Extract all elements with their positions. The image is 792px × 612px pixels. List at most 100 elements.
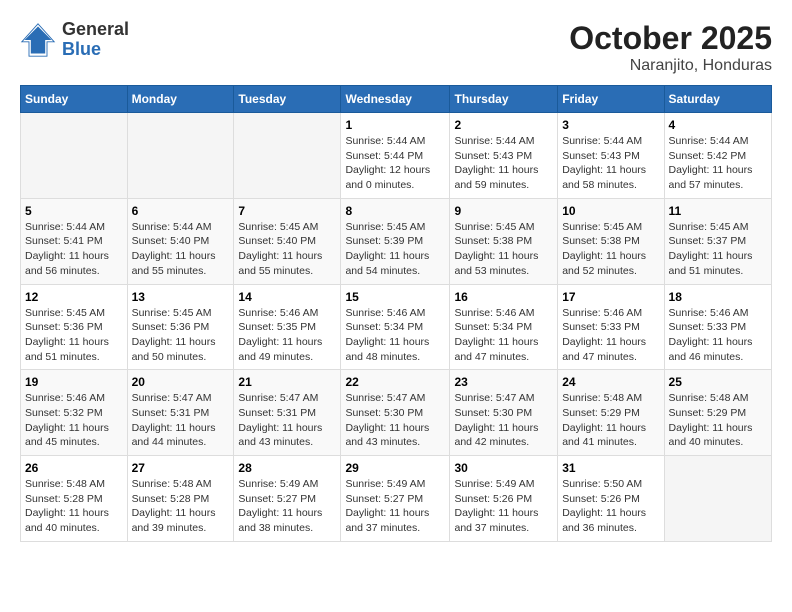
calendar-cell: 2 Sunrise: 5:44 AMSunset: 5:43 PMDayligh… (450, 113, 558, 199)
calendar-cell: 27 Sunrise: 5:48 AMSunset: 5:28 PMDaylig… (127, 456, 234, 542)
day-number: 4 (669, 118, 767, 132)
location: Naranjito, Honduras (569, 57, 772, 75)
day-number: 7 (238, 204, 336, 218)
day-info: Sunrise: 5:50 AMSunset: 5:26 PMDaylight:… (562, 477, 659, 536)
calendar-week-1: 1 Sunrise: 5:44 AMSunset: 5:44 PMDayligh… (21, 113, 772, 199)
calendar-cell: 10 Sunrise: 5:45 AMSunset: 5:38 PMDaylig… (558, 198, 664, 284)
calendar-cell: 14 Sunrise: 5:46 AMSunset: 5:35 PMDaylig… (234, 284, 341, 370)
day-number: 2 (454, 118, 553, 132)
day-info: Sunrise: 5:48 AMSunset: 5:28 PMDaylight:… (132, 477, 230, 536)
calendar-cell: 5 Sunrise: 5:44 AMSunset: 5:41 PMDayligh… (21, 198, 128, 284)
calendar-cell: 20 Sunrise: 5:47 AMSunset: 5:31 PMDaylig… (127, 370, 234, 456)
day-number: 21 (238, 375, 336, 389)
calendar-cell: 1 Sunrise: 5:44 AMSunset: 5:44 PMDayligh… (341, 113, 450, 199)
calendar-cell: 23 Sunrise: 5:47 AMSunset: 5:30 PMDaylig… (450, 370, 558, 456)
calendar-table: SundayMondayTuesdayWednesdayThursdayFrid… (20, 85, 772, 542)
logo-blue-text: Blue (62, 39, 101, 59)
day-number: 23 (454, 375, 553, 389)
calendar-cell (234, 113, 341, 199)
day-info: Sunrise: 5:48 AMSunset: 5:29 PMDaylight:… (669, 391, 767, 450)
logo-general-text: General (62, 19, 129, 39)
day-number: 24 (562, 375, 659, 389)
calendar-cell: 3 Sunrise: 5:44 AMSunset: 5:43 PMDayligh… (558, 113, 664, 199)
day-info: Sunrise: 5:49 AMSunset: 5:26 PMDaylight:… (454, 477, 553, 536)
calendar-cell: 30 Sunrise: 5:49 AMSunset: 5:26 PMDaylig… (450, 456, 558, 542)
day-info: Sunrise: 5:47 AMSunset: 5:31 PMDaylight:… (132, 391, 230, 450)
day-number: 13 (132, 290, 230, 304)
calendar-cell: 29 Sunrise: 5:49 AMSunset: 5:27 PMDaylig… (341, 456, 450, 542)
day-number: 5 (25, 204, 123, 218)
calendar-cell: 18 Sunrise: 5:46 AMSunset: 5:33 PMDaylig… (664, 284, 771, 370)
day-info: Sunrise: 5:45 AMSunset: 5:38 PMDaylight:… (454, 220, 553, 279)
day-number: 25 (669, 375, 767, 389)
calendar-cell: 16 Sunrise: 5:46 AMSunset: 5:34 PMDaylig… (450, 284, 558, 370)
day-info: Sunrise: 5:44 AMSunset: 5:41 PMDaylight:… (25, 220, 123, 279)
day-info: Sunrise: 5:44 AMSunset: 5:42 PMDaylight:… (669, 134, 767, 193)
day-number: 17 (562, 290, 659, 304)
header-day-saturday: Saturday (664, 86, 771, 113)
day-info: Sunrise: 5:45 AMSunset: 5:39 PMDaylight:… (345, 220, 445, 279)
day-info: Sunrise: 5:44 AMSunset: 5:43 PMDaylight:… (454, 134, 553, 193)
header-day-friday: Friday (558, 86, 664, 113)
calendar-cell: 4 Sunrise: 5:44 AMSunset: 5:42 PMDayligh… (664, 113, 771, 199)
day-number: 26 (25, 461, 123, 475)
calendar-cell: 12 Sunrise: 5:45 AMSunset: 5:36 PMDaylig… (21, 284, 128, 370)
day-info: Sunrise: 5:46 AMSunset: 5:34 PMDaylight:… (454, 306, 553, 365)
calendar-week-5: 26 Sunrise: 5:48 AMSunset: 5:28 PMDaylig… (21, 456, 772, 542)
day-info: Sunrise: 5:47 AMSunset: 5:31 PMDaylight:… (238, 391, 336, 450)
day-number: 14 (238, 290, 336, 304)
logo-icon (20, 22, 56, 58)
day-number: 1 (345, 118, 445, 132)
calendar-week-2: 5 Sunrise: 5:44 AMSunset: 5:41 PMDayligh… (21, 198, 772, 284)
title-block: October 2025 Naranjito, Honduras (569, 20, 772, 75)
header-day-monday: Monday (127, 86, 234, 113)
day-number: 18 (669, 290, 767, 304)
calendar-cell: 21 Sunrise: 5:47 AMSunset: 5:31 PMDaylig… (234, 370, 341, 456)
day-number: 8 (345, 204, 445, 218)
calendar-cell: 13 Sunrise: 5:45 AMSunset: 5:36 PMDaylig… (127, 284, 234, 370)
calendar-cell: 24 Sunrise: 5:48 AMSunset: 5:29 PMDaylig… (558, 370, 664, 456)
calendar-cell: 15 Sunrise: 5:46 AMSunset: 5:34 PMDaylig… (341, 284, 450, 370)
day-number: 22 (345, 375, 445, 389)
day-number: 6 (132, 204, 230, 218)
day-info: Sunrise: 5:47 AMSunset: 5:30 PMDaylight:… (345, 391, 445, 450)
calendar-week-3: 12 Sunrise: 5:45 AMSunset: 5:36 PMDaylig… (21, 284, 772, 370)
day-info: Sunrise: 5:46 AMSunset: 5:33 PMDaylight:… (669, 306, 767, 365)
day-number: 19 (25, 375, 123, 389)
calendar-cell (664, 456, 771, 542)
calendar-week-4: 19 Sunrise: 5:46 AMSunset: 5:32 PMDaylig… (21, 370, 772, 456)
calendar-cell: 22 Sunrise: 5:47 AMSunset: 5:30 PMDaylig… (341, 370, 450, 456)
calendar-cell: 17 Sunrise: 5:46 AMSunset: 5:33 PMDaylig… (558, 284, 664, 370)
day-info: Sunrise: 5:45 AMSunset: 5:38 PMDaylight:… (562, 220, 659, 279)
calendar-cell: 25 Sunrise: 5:48 AMSunset: 5:29 PMDaylig… (664, 370, 771, 456)
day-info: Sunrise: 5:46 AMSunset: 5:34 PMDaylight:… (345, 306, 445, 365)
day-number: 12 (25, 290, 123, 304)
calendar-cell: 6 Sunrise: 5:44 AMSunset: 5:40 PMDayligh… (127, 198, 234, 284)
calendar-cell (127, 113, 234, 199)
header-day-wednesday: Wednesday (341, 86, 450, 113)
day-number: 10 (562, 204, 659, 218)
day-info: Sunrise: 5:46 AMSunset: 5:33 PMDaylight:… (562, 306, 659, 365)
day-number: 11 (669, 204, 767, 218)
calendar-cell (21, 113, 128, 199)
month-title: October 2025 (569, 20, 772, 57)
day-number: 30 (454, 461, 553, 475)
day-number: 15 (345, 290, 445, 304)
day-info: Sunrise: 5:45 AMSunset: 5:36 PMDaylight:… (25, 306, 123, 365)
day-info: Sunrise: 5:44 AMSunset: 5:44 PMDaylight:… (345, 134, 445, 193)
day-info: Sunrise: 5:49 AMSunset: 5:27 PMDaylight:… (345, 477, 445, 536)
calendar-cell: 7 Sunrise: 5:45 AMSunset: 5:40 PMDayligh… (234, 198, 341, 284)
header-day-thursday: Thursday (450, 86, 558, 113)
calendar-cell: 9 Sunrise: 5:45 AMSunset: 5:38 PMDayligh… (450, 198, 558, 284)
day-number: 9 (454, 204, 553, 218)
day-info: Sunrise: 5:49 AMSunset: 5:27 PMDaylight:… (238, 477, 336, 536)
day-number: 31 (562, 461, 659, 475)
calendar-cell: 26 Sunrise: 5:48 AMSunset: 5:28 PMDaylig… (21, 456, 128, 542)
day-info: Sunrise: 5:44 AMSunset: 5:40 PMDaylight:… (132, 220, 230, 279)
day-number: 27 (132, 461, 230, 475)
day-info: Sunrise: 5:44 AMSunset: 5:43 PMDaylight:… (562, 134, 659, 193)
calendar-cell: 19 Sunrise: 5:46 AMSunset: 5:32 PMDaylig… (21, 370, 128, 456)
day-info: Sunrise: 5:45 AMSunset: 5:36 PMDaylight:… (132, 306, 230, 365)
header-day-tuesday: Tuesday (234, 86, 341, 113)
calendar-cell: 11 Sunrise: 5:45 AMSunset: 5:37 PMDaylig… (664, 198, 771, 284)
